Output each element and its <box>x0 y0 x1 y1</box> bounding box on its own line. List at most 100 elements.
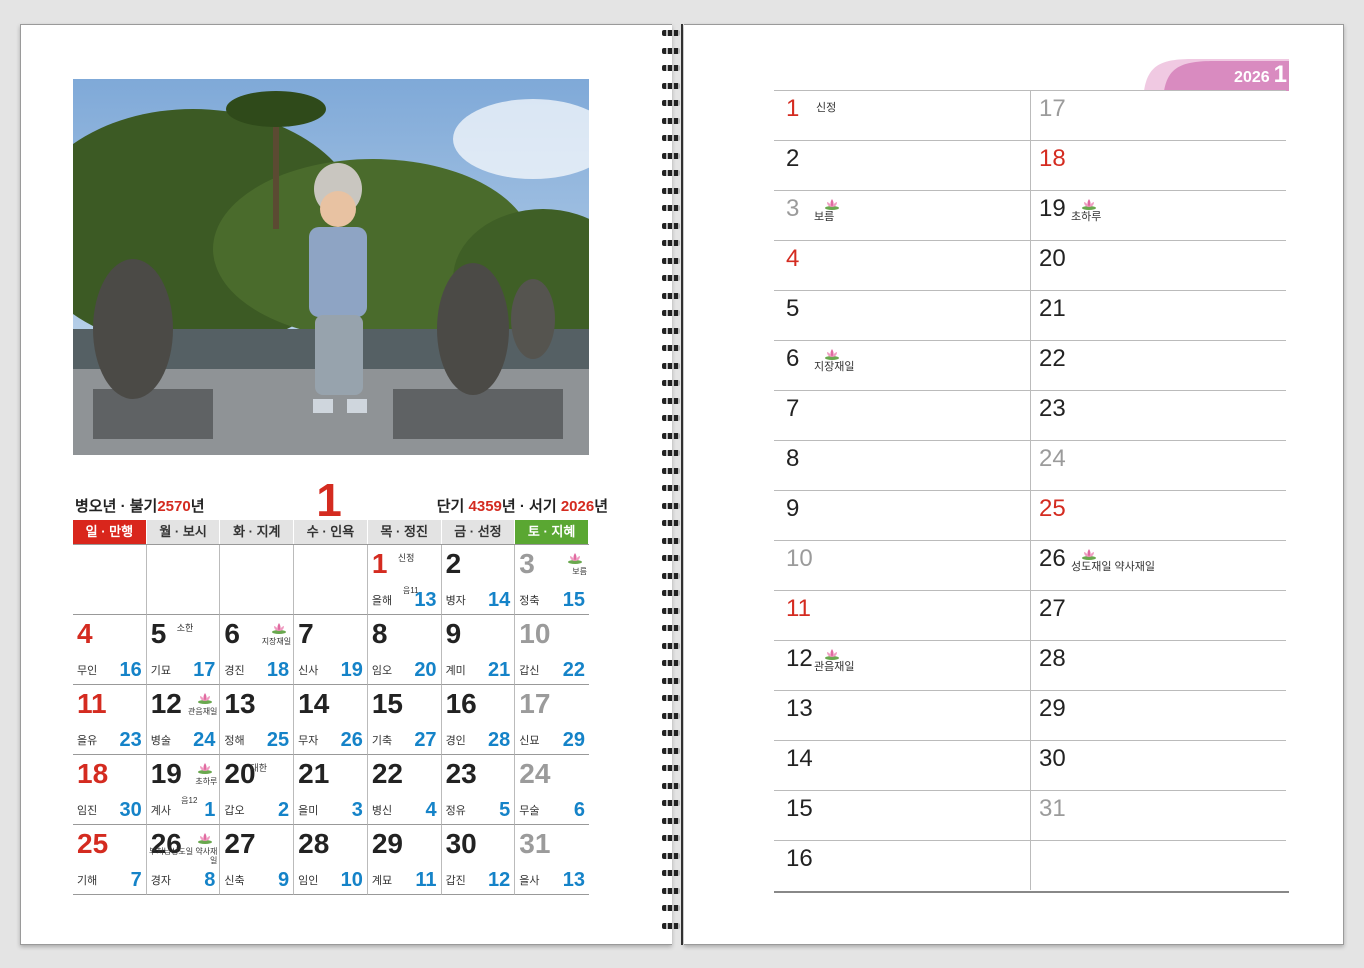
planner-day-row[interactable]: 13 <box>774 690 1030 740</box>
lunar-date: 22 <box>562 659 585 681</box>
day-number: 15 <box>371 688 403 719</box>
planner-day-row[interactable] <box>1031 840 1286 890</box>
calendar-day-cell: 31 을사 13 <box>515 825 589 895</box>
buddhist-holiday-label: 보름 <box>572 567 587 576</box>
ganzhi-label: 경인 <box>445 735 466 747</box>
planner-year-month: 2026 1 <box>1234 61 1287 88</box>
ganzhi-label: 무술 <box>519 805 540 817</box>
ganzhi-label: 정축 <box>519 595 540 607</box>
ganzhi-label: 임진 <box>77 805 98 817</box>
calendar-day-cell: 7 신사 19 <box>294 615 368 685</box>
buddhist-holiday-label: 관음재일 <box>187 707 218 716</box>
calendar-day-cell: 23 정유 5 <box>441 755 516 825</box>
planner-bottom-rule <box>774 891 1289 893</box>
planner-day-number: 20 <box>1039 245 1066 272</box>
lunar-date: 14 <box>488 589 511 611</box>
planner-day-number: 12 <box>786 645 813 672</box>
planner-day-row[interactable]: 3 보름 <box>774 190 1030 240</box>
planner-day-number: 26 <box>1039 545 1066 572</box>
buddhist-holiday-label: 초하루 <box>1071 211 1102 223</box>
planner-day-number: 30 <box>1039 745 1066 772</box>
ganzhi-label: 무인 <box>77 665 98 677</box>
planner-day-row[interactable]: 23 <box>1031 390 1286 440</box>
planner-day-row[interactable]: 22 <box>1031 340 1286 390</box>
weekday-4: 목 · 정진 <box>367 520 442 544</box>
lunar-date: 15 <box>562 589 585 611</box>
lunar-date: 28 <box>488 729 511 751</box>
photo-illustration <box>73 79 589 455</box>
planner-day-row[interactable]: 1 신정 <box>774 90 1030 140</box>
ganzhi-label: 무자 <box>298 735 319 747</box>
planner-day-row[interactable]: 8 <box>774 440 1030 490</box>
planner-day-number: 18 <box>1039 145 1066 172</box>
day-number: 27 <box>224 828 256 859</box>
day-number: 28 <box>298 828 330 859</box>
calendar-day-cell: 29 계묘 11 <box>367 825 442 895</box>
planner-day-row[interactable]: 19 초하루 <box>1031 190 1286 240</box>
calendar-photo <box>73 79 589 455</box>
planner-day-number: 7 <box>786 395 800 422</box>
planner-day-number: 27 <box>1039 595 1066 622</box>
ganzhi-label: 계사 <box>150 805 171 817</box>
calendar-day-cell <box>146 545 221 615</box>
day-note: 신정 <box>397 553 415 563</box>
planner-day-row[interactable]: 17 <box>1031 90 1286 140</box>
planner-day-row[interactable]: 20 <box>1031 240 1286 290</box>
planner-day-row[interactable]: 31 <box>1031 790 1286 840</box>
ganzhi-label: 신축 <box>224 875 245 887</box>
day-number: 24 <box>519 758 551 789</box>
lunar-date: 18 <box>266 659 290 681</box>
lunar-date: 23 <box>119 729 142 751</box>
calendar-day-cell: 3 보름 정축 15 <box>515 545 589 615</box>
calendar-day-cell: 11 을유 23 <box>73 685 147 755</box>
calendar-day-cell <box>73 545 147 615</box>
day-number: 5 <box>150 618 167 649</box>
ganzhi-label: 신사 <box>298 665 319 677</box>
lunar-date: 19 <box>340 659 363 681</box>
day-number: 22 <box>371 758 403 789</box>
planner-day-row[interactable]: 10 <box>774 540 1030 590</box>
buddhist-holiday-label: 보름 <box>814 211 835 223</box>
planner-day-row[interactable]: 15 <box>774 790 1030 840</box>
planner-day-row[interactable]: 18 <box>1031 140 1286 190</box>
lunar-date: 16 <box>119 659 142 681</box>
ganzhi-label: 계미 <box>445 665 466 677</box>
planner-day-row[interactable]: 29 <box>1031 690 1286 740</box>
planner-day-row[interactable]: 11 <box>774 590 1030 640</box>
planner-day-number: 16 <box>786 845 813 872</box>
planner-column-2: 17 18 19 초하루 20 21 22 23 24 25 26 성도재일 약사재일 27 28 29 30… <box>1030 90 1286 890</box>
planner-day-row[interactable]: 27 <box>1031 590 1286 640</box>
planner-day-row[interactable]: 12 관음재일 <box>774 640 1030 690</box>
ganzhi-label: 기축 <box>371 735 393 747</box>
planner-day-row[interactable]: 14 <box>774 740 1030 790</box>
planner-day-row[interactable]: 9 <box>774 490 1030 540</box>
planner-day-number: 9 <box>786 495 800 522</box>
planner-day-row[interactable]: 21 <box>1031 290 1286 340</box>
planner-day-row[interactable]: 25 <box>1031 490 1286 540</box>
planner-day-number: 22 <box>1039 345 1066 372</box>
planner-day-row[interactable]: 4 <box>774 240 1030 290</box>
lunar-date: 20 <box>414 659 437 681</box>
planner-day-row[interactable]: 5 <box>774 290 1030 340</box>
western-year-label: 단기 4359년 · 서기 2026년 <box>436 498 608 515</box>
ganzhi-label: 을유 <box>77 735 98 747</box>
planner-day-row[interactable]: 16 <box>774 840 1030 890</box>
planner-day-row[interactable]: 6 지장재일 <box>774 340 1030 390</box>
month-number: 1 <box>316 474 342 526</box>
calendar-day-cell: 18 임진 30 <box>73 755 147 825</box>
planner-day-row[interactable]: 7 <box>774 390 1030 440</box>
planner-day-row[interactable]: 24 <box>1031 440 1286 490</box>
day-number: 4 <box>77 618 93 649</box>
planner-day-row[interactable]: 2 <box>774 140 1030 190</box>
planner-day-number: 6 <box>786 345 800 372</box>
calendar-day-cell: 2 병자 14 <box>441 545 516 615</box>
day-number: 31 <box>519 828 551 859</box>
planner-day-row[interactable]: 30 <box>1031 740 1286 790</box>
planner-day-row[interactable]: 28 <box>1031 640 1286 690</box>
ganzhi-label: 임오 <box>371 665 393 677</box>
planner-day-number: 31 <box>1039 795 1066 822</box>
ganzhi-label: 임인 <box>298 875 319 887</box>
calendar-day-cell: 12 관음재일 병술 24 <box>146 685 221 755</box>
day-number: 12 <box>150 688 182 719</box>
planner-day-row[interactable]: 26 성도재일 약사재일 <box>1031 540 1286 590</box>
